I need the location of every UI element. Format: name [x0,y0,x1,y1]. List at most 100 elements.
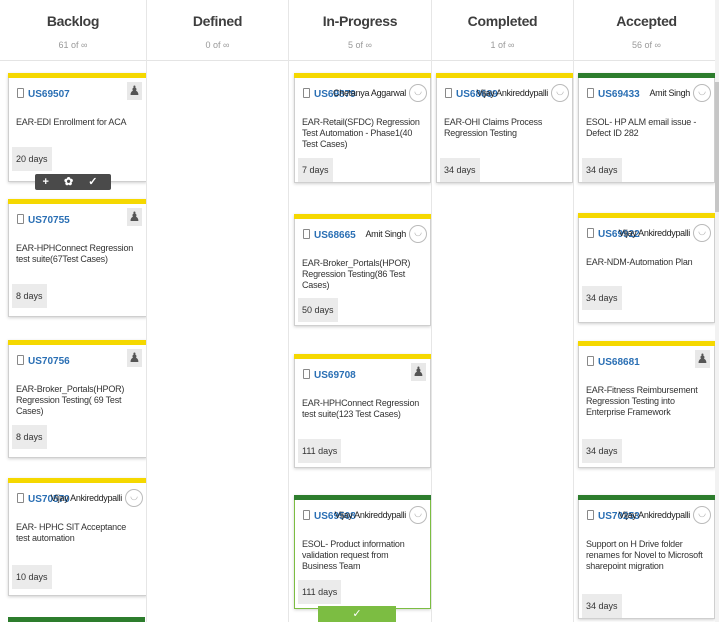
column-title[interactable]: Defined [147,13,288,29]
column-in-progress: In-Progress 5 of ∞ US69879 Chetanya Agga… [289,0,431,622]
card-color-bar [8,340,146,345]
avatar-icon[interactable]: ◡ [693,84,711,102]
story-title: EAR-HPHConnect Regression test suite(67T… [16,243,134,264]
owner-name: Vijay Ankireddypalli [476,88,549,98]
column-count: 1 of ∞ [490,40,515,50]
days-badge: 111 days [298,439,342,463]
column-completed: Completed 1 of ∞ US68689 Vijay Ankireddy… [432,0,573,622]
story-icon [445,88,452,98]
column-title[interactable]: Completed [432,13,573,29]
story-icon [17,214,24,224]
story-icon [17,88,24,98]
avatar-icon[interactable]: ◡ [693,224,711,242]
column-title[interactable]: Backlog [0,13,146,29]
column-count: 56 of ∞ [632,40,661,50]
story-id-link[interactable]: US69507 [17,88,70,100]
story-title: EAR-Fitness Reimbursement Regression Tes… [586,385,698,417]
card-color-bar [294,73,431,78]
column-count: 61 of ∞ [58,40,88,50]
owner-name: Vijay Ankireddypalli [334,510,407,520]
avatar-icon[interactable]: ◡ [409,506,427,524]
scrollbar-thumb[interactable] [715,82,719,212]
story-card[interactable]: US70253 Vijay Ankireddypalli ◡ Support o… [578,495,715,619]
column-header: Backlog 61 of ∞ [0,0,146,61]
column-header: Completed 1 of ∞ [432,0,573,61]
days-badge: 7 days [298,158,333,182]
days-badge: 34 days [582,286,622,310]
story-icon [17,355,24,365]
story-card[interactable]: US69433 Amit Singh ◡ ESOL- HP ALM email … [578,73,715,183]
card-color-bar [578,341,715,346]
story-card[interactable]: US68689 Vijay Ankireddypalli ◡ EAR-OHI C… [436,73,573,183]
column-title[interactable]: In-Progress [289,13,431,29]
story-id-link[interactable]: US68681 [587,356,640,368]
vertical-scrollbar[interactable] [715,0,719,622]
column-backlog: Backlog 61 of ∞ US69507 ♟ EAR-EDI Enroll… [0,0,146,622]
card-toolbar[interactable]: + ✿ ✓ ⊘ ♦ [35,174,111,204]
days-badge: 8 days [12,425,47,449]
card-color-bar [294,354,431,359]
story-title: Support on H Drive folder renames for No… [586,539,703,571]
column-header: In-Progress 5 of ∞ [289,0,431,61]
story-id-link[interactable]: US68665 [303,229,356,241]
story-icon [587,356,594,366]
avatar-icon[interactable]: ◡ [409,84,427,102]
story-icon [303,369,310,379]
avatar-icon[interactable]: ◡ [693,506,711,524]
story-card[interactable]: US68665 Amit Singh ◡ EAR-Broker_Portals(… [294,214,431,326]
story-title: EAR-OHI Claims Process Regression Testin… [444,117,543,138]
days-badge: 8 days [12,284,47,308]
card-color-bar [294,214,431,219]
owner-name: Vijay Ankireddypalli [618,510,691,520]
story-card[interactable]: US69507 ♟ EAR-EDI Enrollment for ACA 20 … [8,73,146,182]
card-color-bar [8,617,145,622]
story-card[interactable]: US68681 ♟ EAR-Fitness Reimbursement Regr… [578,341,715,468]
days-badge: 34 days [440,158,480,182]
owner-name: Amit Singh [649,88,690,98]
owner-name: Vijay Ankireddypalli [618,228,691,238]
days-badge: 20 days [12,147,52,171]
avatar-icon[interactable]: ◡ [409,225,427,243]
person-icon[interactable]: ♟ [127,349,142,367]
person-icon[interactable]: ♟ [127,82,142,100]
column-header: Defined 0 of ∞ [147,0,288,61]
story-id-link[interactable]: US69433 [587,88,640,100]
card-color-bar [578,73,715,78]
column-defined: Defined 0 of ∞ [147,0,288,622]
person-icon[interactable]: ♟ [411,363,426,381]
card-color-bar [578,495,715,500]
avatar-icon[interactable]: ◡ [551,84,569,102]
story-id-link[interactable]: US70756 [17,355,70,367]
avatar-icon[interactable]: ◡ [125,489,143,507]
story-card[interactable]: US69508 Vijay Ankireddypalli ◡ ESOL- Pro… [294,495,431,609]
story-icon [303,229,310,239]
column-count: 0 of ∞ [205,40,230,50]
column-accepted: Accepted 56 of ∞ US69433 Amit Singh ◡ ES… [574,0,719,622]
story-icon [587,510,594,520]
owner-name: Amit Singh [365,229,406,239]
story-card[interactable]: US69879 Chetanya Aggarwal ◡ EAR-Retail(S… [294,73,431,183]
days-badge: 34 days [582,594,622,618]
story-card[interactable]: US69708 ♟ EAR-HPHConnect Regression test… [294,354,431,468]
person-icon[interactable]: ♟ [127,208,142,226]
story-title: EAR-Broker_Portals(HPOR) Regression Test… [16,384,125,416]
story-icon [17,493,24,503]
story-id-link[interactable]: US70755 [17,214,70,226]
person-icon[interactable]: ♟ [695,350,710,368]
story-icon [587,88,594,98]
ready-check-button[interactable]: ✓ [318,606,396,622]
column-count: 5 of ∞ [348,40,372,50]
days-badge: 10 days [12,565,52,589]
story-card[interactable]: US70570 Vijay Ankireddypalli ◡ EAR- HPHC… [8,478,146,596]
story-card[interactable]: US69922 Vijay Ankireddypalli ◡ EAR-NDM-A… [578,213,715,323]
story-title: EAR-HPHConnect Regression test suite(123… [302,398,420,419]
story-card[interactable]: US70756 ♟ EAR-Broker_Portals(HPOR) Regre… [8,340,146,458]
story-icon [303,510,310,520]
story-title: EAR-Retail(SFDC) Regression Test Automat… [302,117,420,149]
owner-name: Chetanya Aggarwal [333,88,406,98]
card-color-bar [8,73,146,78]
story-title: ESOL- HP ALM email issue - Defect ID 282 [586,117,697,138]
story-id-link[interactable]: US69708 [303,369,356,381]
story-card[interactable]: US70755 ♟ EAR-HPHConnect Regression test… [8,199,146,317]
column-title[interactable]: Accepted [574,13,719,29]
